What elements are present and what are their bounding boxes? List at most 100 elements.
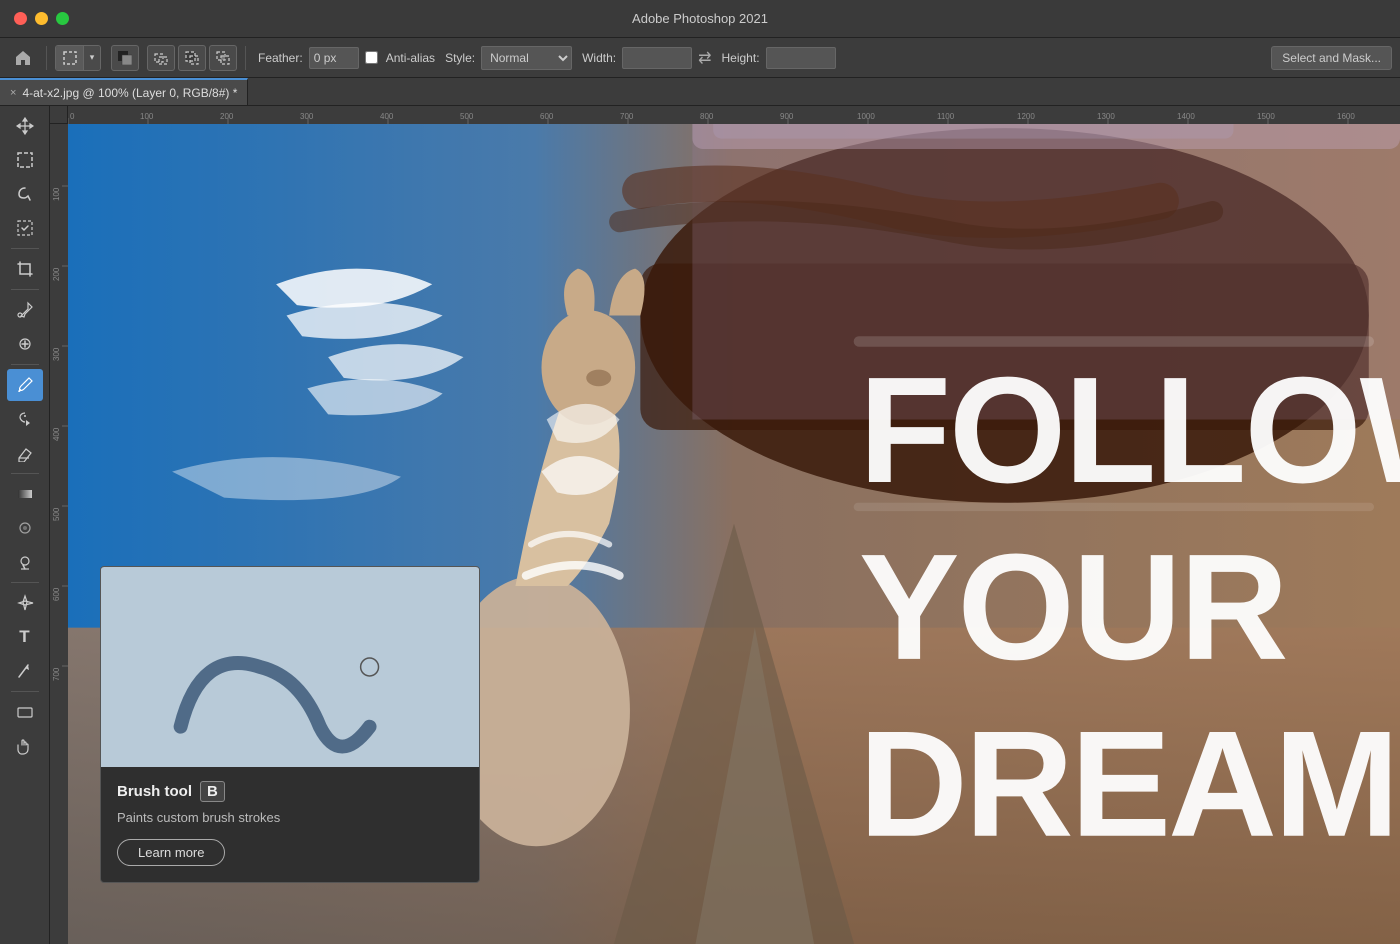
eyedropper-icon [16,301,34,319]
brush-preview-area [101,567,479,767]
tool-divider-4 [11,473,39,474]
canvas-area[interactable]: 0 100 200 300 400 500 600 700 800 900 [50,106,1400,944]
tool-divider-5 [11,582,39,583]
svg-text:200: 200 [52,267,61,281]
hand-tool[interactable] [7,730,43,762]
toolbar-divider [46,46,47,70]
crop-tool[interactable] [7,253,43,285]
style-dropdown[interactable]: Normal Fixed Ratio Fixed Size [481,46,572,70]
minimize-button[interactable] [35,12,48,25]
svg-text:100: 100 [52,187,61,201]
svg-text:DREAM: DREAM [859,699,1397,868]
ruler-left: 100 200 300 400 500 600 700 [50,106,68,944]
toolbar-divider-2 [245,46,246,70]
ruler-top: 0 100 200 300 400 500 600 700 800 900 [68,106,1400,124]
svg-text:700: 700 [52,667,61,681]
object-select-icon [16,219,34,237]
select-tool-group: ▾ [55,45,101,71]
svg-text:800: 800 [700,112,714,121]
select-mask-button[interactable]: Select and Mask... [1271,46,1392,70]
clone-stamp-tool[interactable] [7,403,43,435]
learn-more-button[interactable]: Learn more [117,839,225,866]
rect-select-btn[interactable] [56,45,84,71]
select-mode-group [147,45,237,71]
path-select-tool[interactable] [7,655,43,687]
select-add-btn[interactable] [147,45,175,71]
dodge-tool[interactable] [7,546,43,578]
maximize-button[interactable] [56,12,69,25]
svg-text:1000: 1000 [857,112,875,121]
blur-tool[interactable] [7,512,43,544]
lasso-tool-icon [16,185,34,203]
svg-text:1300: 1300 [1097,112,1115,121]
tool-divider-1 [11,248,39,249]
svg-text:400: 400 [380,112,394,121]
dodge-icon [16,553,34,571]
text-tool-label: T [19,627,29,647]
rect-select-icon [63,51,77,65]
pen-tool[interactable] [7,587,43,619]
tab-close-icon[interactable]: × [10,87,16,99]
eyedropper-tool[interactable] [7,294,43,326]
svg-text:FOLLOW: FOLLOW [859,345,1400,514]
app-title: Adobe Photoshop 2021 [632,11,768,26]
feather-label: Feather: [258,51,303,65]
lasso-tool[interactable] [7,178,43,210]
svg-text:YOUR: YOUR [859,522,1287,691]
svg-text:1400: 1400 [1177,112,1195,121]
brush-description: Paints custom brush strokes [117,810,463,825]
rectangle-select-tool[interactable] [7,144,43,176]
gradient-icon [16,485,34,503]
svg-text:1600: 1600 [1337,112,1355,121]
text-tool[interactable]: T [7,621,43,653]
brush-tool-btn[interactable] [7,369,43,401]
brush-tooltip-popup: Brush tool B Paints custom brush strokes… [100,566,480,883]
window-controls [14,12,69,25]
shape-tool[interactable] [7,696,43,728]
svg-text:700: 700 [620,112,634,121]
svg-text:1100: 1100 [937,112,955,121]
home-button[interactable] [8,43,38,73]
svg-text:1200: 1200 [1017,112,1035,121]
eraser-icon [16,444,34,462]
brush-tool-name-row: Brush tool B [117,781,463,802]
select-subtract-btn[interactable] [178,45,206,71]
tool-divider-6 [11,691,39,692]
foreground-color-btn[interactable] [111,45,139,71]
move-tool[interactable] [7,110,43,142]
svg-text:600: 600 [52,587,61,601]
feather-input[interactable] [309,47,359,69]
tool-divider-3 [11,364,39,365]
svg-text:500: 500 [460,112,474,121]
crop-tool-icon [16,260,34,278]
shape-icon [16,703,34,721]
svg-text:300: 300 [300,112,314,121]
height-input[interactable] [766,47,836,69]
height-label: Height: [722,51,760,65]
svg-text:1500: 1500 [1257,112,1275,121]
antialias-group: Anti-alias [365,51,435,65]
move-tool-icon [16,117,34,135]
svg-text:500: 500 [52,507,61,521]
select-subtract-icon [185,51,199,65]
document-tab[interactable]: × 4-at-x2.jpg @ 100% (Layer 0, RGB/8#) * [0,78,248,105]
clone-stamp-icon [16,410,34,428]
width-input[interactable] [622,47,692,69]
object-select-tool[interactable] [7,212,43,244]
select-add-icon [154,51,168,65]
select-dropdown-btn[interactable]: ▾ [84,45,100,71]
gradient-tool[interactable] [7,478,43,510]
select-intersect-icon [216,51,230,65]
spot-heal-tool[interactable] [7,328,43,360]
select-intersect-btn[interactable] [209,45,237,71]
style-label: Style: [445,51,475,65]
swap-icon[interactable]: ⇄ [698,48,711,68]
svg-text:900: 900 [780,112,794,121]
antialias-label: Anti-alias [386,51,435,65]
brush-stroke-svg [101,567,479,767]
eraser-tool[interactable] [7,437,43,469]
antialias-checkbox[interactable] [365,51,378,64]
close-button[interactable] [14,12,27,25]
left-toolbar: T [0,106,50,944]
ruler-top-svg: 0 100 200 300 400 500 600 700 800 900 [68,106,1400,124]
